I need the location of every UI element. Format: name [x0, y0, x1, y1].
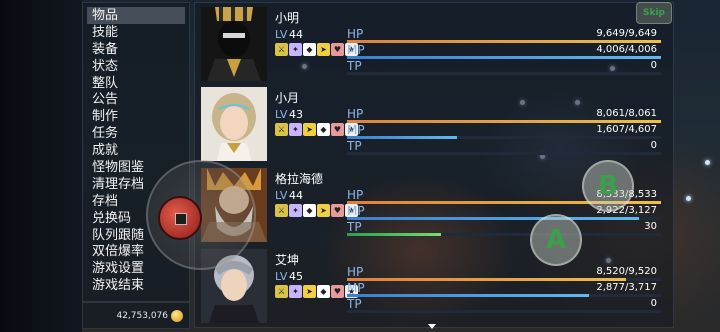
level-label: LV: [275, 28, 288, 41]
level-value: 44: [289, 28, 303, 41]
mp-label: MP: [347, 204, 365, 218]
menu-item-quests[interactable]: 任务: [83, 125, 189, 142]
menu-item-formation[interactable]: 整队: [83, 75, 189, 92]
tp-gauge: TP 0: [347, 59, 661, 76]
tp-value: 0: [650, 60, 657, 71]
menu-item-announcement[interactable]: 公告: [83, 91, 189, 108]
hp-value: 8,061/8,061: [596, 108, 657, 119]
menu-item-achievements[interactable]: 成就: [83, 142, 189, 159]
scroll-down-arrow-icon[interactable]: [428, 324, 436, 329]
mp-label: MP: [347, 43, 365, 57]
mp-value: 4,006/4,006: [596, 44, 657, 55]
gold-amount: 42,753,076: [116, 310, 168, 321]
hp-value: 9,649/9,649: [596, 28, 657, 39]
magic-buff-icon: ✦: [289, 43, 302, 56]
masked-knight-portrait-icon: [201, 7, 267, 81]
level-value: 45: [289, 270, 303, 283]
buff-icon: ⚔: [275, 204, 288, 217]
state-icons: ⚔ ✦ ◆ ➤ ♥ ★: [275, 43, 358, 56]
mp-label: MP: [347, 123, 365, 137]
state-icons: ⚔ ✦ ◆ ➤ ♥ ★: [275, 204, 358, 217]
tp-label: TP: [347, 59, 362, 73]
joystick-knob[interactable]: [158, 196, 202, 240]
joystick-center-icon: [175, 213, 187, 225]
buff-icon: ⚔: [275, 43, 288, 56]
menu-item-status[interactable]: 状态: [83, 58, 189, 75]
mp-value: 2,877/3,717: [596, 282, 657, 293]
mp-value: 1,607/4,607: [596, 124, 657, 135]
speed-buff-icon: ➤: [317, 43, 330, 56]
elf-woman-portrait-icon: [201, 87, 267, 161]
actor-name: 小明: [275, 11, 300, 25]
state-icons: ⚔ ✦ ➤ ◆ ♥ ★: [275, 285, 358, 298]
actor-row[interactable]: 艾坤 LV 45 ⚔ ✦ ➤ ◆ ♥ ★ HP 8,520/9,520 MP 2…: [195, 245, 675, 323]
hp-label: HP: [347, 107, 364, 121]
menu-item-equip[interactable]: 装备: [83, 41, 189, 58]
sparkle: [686, 196, 691, 201]
actor-name: 艾坤: [275, 253, 300, 267]
state-icons: ⚔ ✦ ➤ ◆ ♥ ★: [275, 123, 358, 136]
buff-icon: ⚔: [275, 285, 288, 298]
hp-gauge: HP 8,061/8,061: [347, 107, 661, 124]
magic-buff-icon: ✦: [289, 285, 302, 298]
b-button[interactable]: B: [582, 160, 634, 212]
actor-portrait: [201, 7, 267, 81]
regen-buff-icon: ♥: [331, 123, 344, 136]
tp-value: 30: [644, 221, 657, 232]
tp-label: TP: [347, 220, 362, 234]
shield-buff-icon: ◆: [317, 123, 330, 136]
gold-coin-icon: [171, 309, 183, 322]
hp-label: HP: [347, 265, 364, 279]
buff-icon: ⚔: [275, 123, 288, 136]
shield-buff-icon: ◆: [317, 285, 330, 298]
level-value: 43: [289, 108, 303, 121]
hp-label: HP: [347, 27, 364, 41]
regen-buff-icon: ♥: [331, 43, 344, 56]
sparkle: [705, 160, 710, 165]
tp-value: 0: [650, 298, 657, 309]
actor-portrait: [201, 87, 267, 161]
hp-value: 8,520/9,520: [596, 266, 657, 277]
tp-label: TP: [347, 139, 362, 153]
regen-buff-icon: ♥: [331, 204, 344, 217]
menu-item-game-end[interactable]: 游戏结束: [83, 277, 189, 294]
mp-gauge: MP 1,607/4,607: [347, 123, 661, 140]
speed-buff-icon: ➤: [317, 204, 330, 217]
mp-gauge: MP 4,006/4,006: [347, 43, 661, 60]
speed-buff-icon: ➤: [303, 123, 316, 136]
magic-buff-icon: ✦: [289, 123, 302, 136]
hp-gauge: HP 8,520/9,520: [347, 265, 661, 282]
tp-label: TP: [347, 297, 362, 311]
actor-name: 小月: [275, 91, 300, 105]
menu-item-skills[interactable]: 技能: [83, 24, 189, 41]
gold-window: 42,753,076: [82, 302, 190, 329]
tp-gauge: TP 0: [347, 297, 661, 314]
shield-buff-icon: ◆: [303, 204, 316, 217]
tp-gauge: TP 30: [347, 220, 661, 237]
tp-gauge: TP 0: [347, 139, 661, 156]
actor-name: 格拉海德: [275, 172, 324, 186]
level-value: 44: [289, 189, 303, 202]
shield-buff-icon: ◆: [303, 43, 316, 56]
magic-buff-icon: ✦: [289, 204, 302, 217]
menu-item-crafting[interactable]: 制作: [83, 108, 189, 125]
speed-buff-icon: ➤: [303, 285, 316, 298]
hp-gauge: HP 9,649/9,649: [347, 27, 661, 44]
actor-row[interactable]: 小月 LV 43 ⚔ ✦ ➤ ◆ ♥ ★ HP 8,061/8,061 MP 1…: [195, 83, 675, 161]
tp-fill: [347, 233, 442, 236]
menu-item-items[interactable]: 物品: [87, 7, 185, 24]
a-button[interactable]: A: [530, 214, 582, 266]
mp-gauge: MP 2,877/3,717: [347, 281, 661, 298]
hp-label: HP: [347, 188, 364, 202]
level-label: LV: [275, 108, 288, 121]
mp-label: MP: [347, 281, 365, 295]
tp-value: 0: [650, 140, 657, 151]
skip-button[interactable]: Skip: [636, 2, 672, 24]
actor-row[interactable]: 小明 LV 44 ⚔ ✦ ◆ ➤ ♥ ★ HP 9,649/9,649 MP 4…: [195, 3, 675, 81]
regen-buff-icon: ♥: [331, 285, 344, 298]
level-label: LV: [275, 270, 288, 283]
left-letterbox: [0, 0, 82, 332]
level-label: LV: [275, 189, 288, 202]
